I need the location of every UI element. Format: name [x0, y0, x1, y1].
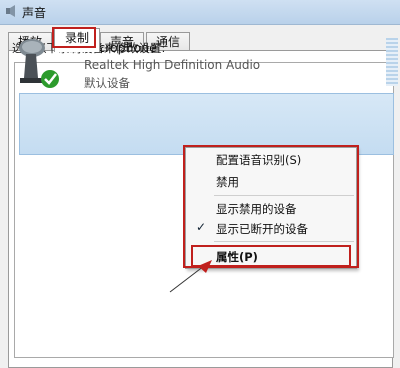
- menu-separator: [214, 195, 354, 196]
- menu-item-disable[interactable]: 禁用: [216, 174, 239, 190]
- menu-item-configure-speech[interactable]: 配置语音识别(S): [216, 152, 301, 168]
- menu-item-show-disabled[interactable]: 显示禁用的设备: [216, 201, 297, 217]
- recording-tab-highlight: [52, 27, 96, 48]
- window-title: 声音: [22, 6, 47, 20]
- menu-item-properties[interactable]: 属性(P): [216, 249, 258, 265]
- device-row-microphone[interactable]: [19, 93, 394, 155]
- checkmark-icon: ✓: [196, 220, 207, 234]
- pointer-arrow-icon: [169, 260, 212, 293]
- level-meter: [386, 38, 398, 86]
- speaker-icon: [6, 5, 15, 17]
- menu-item-show-disconnected[interactable]: 显示已断开的设备: [216, 221, 308, 237]
- green-check-icon: [41, 70, 59, 88]
- title-bar[interactable]: 声音: [0, 0, 400, 25]
- device-driver: Realtek High Definition Audio: [84, 58, 261, 72]
- device-status: 默认设备: [84, 76, 130, 90]
- menu-separator: [214, 241, 354, 242]
- context-menu: 配置语音识别(S) 禁用 显示禁用的设备 ✓ 显示已断开的设备 属性(P): [185, 147, 357, 269]
